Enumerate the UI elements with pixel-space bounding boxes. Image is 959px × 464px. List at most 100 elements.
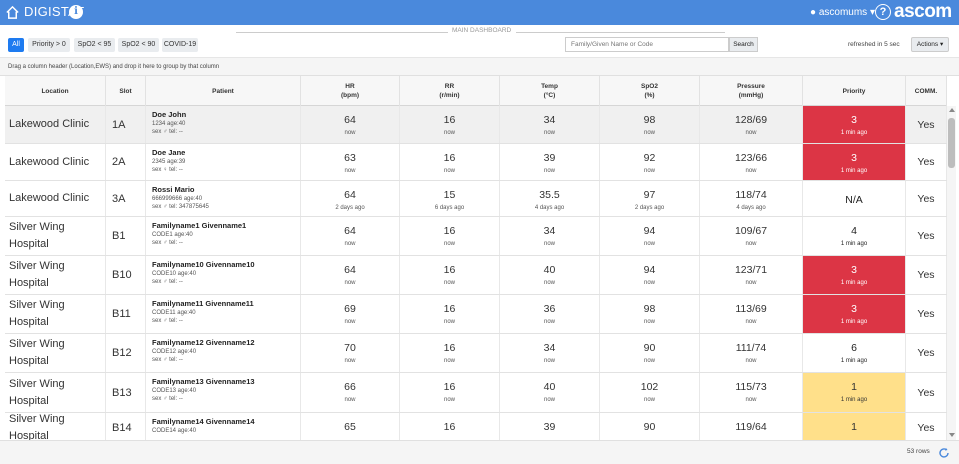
rr-value: 16 — [443, 114, 456, 126]
cell-location: Silver Wing Hospital — [5, 334, 106, 372]
cell-priority: 6 1 min ago — [803, 334, 906, 372]
filter-all[interactable]: All — [8, 38, 24, 52]
cell-comm: Yes — [906, 373, 947, 412]
cell-patient[interactable]: Familyname14 Givenname14 CODE14 age:40 — [146, 413, 301, 440]
filter-spo2-95[interactable]: SpO2 < 95 — [74, 38, 115, 52]
rr-value: 16 — [443, 264, 456, 276]
group-drop-zone[interactable]: Drag a column header (Location,EWS) and … — [0, 57, 959, 76]
divider-left — [236, 32, 448, 33]
temp-value: 35.5 — [539, 189, 560, 201]
table-row[interactable]: Silver Wing Hospital B13 Familyname13 Giv… — [5, 373, 947, 413]
cell-patient[interactable]: Rossi Mario 666999666 age:40 sex ♂ tel: … — [146, 181, 301, 216]
hr-value: 69 — [344, 303, 356, 315]
column-header-patient[interactable]: Patient — [146, 76, 301, 106]
user-name: ascomums — [818, 7, 868, 18]
bp-time: now — [745, 130, 757, 136]
table-row[interactable]: Lakewood Clinic 2A Doe Jane 2345 age:39 s… — [5, 144, 947, 181]
cell-spo2: 97 2 days ago — [600, 181, 700, 216]
table-row[interactable]: Silver Wing Hospital B1 Familyname1 Given… — [5, 217, 947, 256]
temp-time: now — [543, 168, 555, 174]
rr-time: now — [443, 358, 455, 364]
hr-time: now — [344, 280, 356, 286]
patient-info: CODE11 age:40 — [152, 310, 196, 316]
table-row[interactable]: Lakewood Clinic 1A Doe John 1234 age:40 s… — [5, 106, 947, 144]
cell-slot: 1A — [106, 106, 146, 143]
spo2-time: now — [643, 241, 655, 247]
column-header-location[interactable]: Location — [5, 76, 106, 106]
priority-value: 1 — [851, 381, 857, 393]
patient-grid: Location Slot Patient HR (bpm) RR (r/min… — [5, 76, 947, 440]
search-input[interactable]: Family/Given Name or Code — [565, 37, 729, 52]
patient-contact: sex ♂ tel: -- — [152, 318, 183, 324]
hr-value: 66 — [344, 381, 356, 393]
actions-dropdown[interactable]: Actions ▾ — [911, 37, 949, 52]
search-button[interactable]: Search — [729, 37, 758, 52]
bp-value: 115/73 — [735, 381, 767, 393]
cell-priority: 3 1 min ago — [803, 256, 906, 294]
table-row[interactable]: Lakewood Clinic 3A Rossi Mario 666999666 … — [5, 181, 947, 217]
table-row[interactable]: Silver Wing Hospital B10 Familyname10 Giv… — [5, 256, 947, 295]
cell-hr: 64 2 days ago — [301, 181, 400, 216]
cell-spo2: 94 now — [600, 256, 700, 294]
column-header-slot[interactable]: Slot — [106, 76, 146, 106]
patient-name: Familyname12 Givenname12 — [152, 338, 255, 347]
cell-spo2: 102 now — [600, 373, 700, 412]
column-header-spo2[interactable]: SpO2 (%) — [600, 76, 700, 106]
chevron-down-icon: ▾ — [939, 41, 944, 48]
cell-slot: B1 — [106, 217, 146, 255]
cell-patient[interactable]: Doe Jane 2345 age:39 sex ♀ tel: -- — [146, 144, 301, 180]
patient-name: Doe Jane — [152, 148, 186, 157]
cell-location: Lakewood Clinic — [5, 106, 106, 143]
cell-patient[interactable]: Familyname10 Givenname10 CODE10 age:40 s… — [146, 256, 301, 294]
scroll-thumb[interactable] — [948, 118, 955, 168]
cell-slot: B13 — [106, 373, 146, 412]
patient-info: 666999666 age:40 — [152, 196, 203, 202]
column-header-rr[interactable]: RR (r/min) — [400, 76, 500, 106]
hr-time: now — [344, 241, 356, 247]
refresh-icon[interactable] — [938, 447, 950, 459]
cell-patient[interactable]: Familyname13 Givenname13 CODE13 age:40 s… — [146, 373, 301, 412]
spo2-time: now — [643, 168, 655, 174]
home-icon[interactable] — [5, 5, 20, 20]
cell-spo2: 92 now — [600, 144, 700, 180]
temp-value: 34 — [543, 342, 556, 354]
spo2-value: 97 — [643, 189, 656, 201]
help-icon[interactable]: ? — [875, 4, 891, 20]
filter-covid[interactable]: COVID-19 — [162, 38, 198, 52]
cell-comm: Yes — [906, 413, 947, 440]
column-header-temp[interactable]: Temp (°C) — [500, 76, 600, 106]
table-row[interactable]: Silver Wing Hospital B12 Familyname12 Giv… — [5, 334, 947, 373]
cell-bp: 123/71 now — [700, 256, 803, 294]
cell-temp: 39 — [500, 413, 600, 440]
rr-time: now — [443, 130, 455, 136]
user-menu[interactable]: ● ascomums ▾ — [810, 7, 875, 18]
cell-temp: 40 now — [500, 256, 600, 294]
filter-priority[interactable]: Priority > 0 — [28, 38, 70, 52]
cell-temp: 39 now — [500, 144, 600, 180]
cell-patient[interactable]: Familyname1 Givenname1 CODE1 age:40 sex … — [146, 217, 301, 255]
cell-patient[interactable]: Familyname11 Givenname11 CODE11 age:40 s… — [146, 295, 301, 333]
cell-rr: 15 6 days ago — [400, 181, 500, 216]
table-row[interactable]: Silver Wing Hospital B11 Familyname11 Giv… — [5, 295, 947, 334]
table-row[interactable]: Silver Wing Hospital B14 Familyname14 Giv… — [5, 413, 947, 440]
column-header-priority[interactable]: Priority — [803, 76, 906, 106]
cell-patient[interactable]: Doe John 1234 age:40 sex ♂ tel: -- — [146, 106, 301, 143]
column-header-hr[interactable]: HR (bpm) — [301, 76, 400, 106]
scroll-up-icon[interactable] — [949, 108, 955, 112]
column-header-comm[interactable]: COMM. — [906, 76, 947, 106]
cell-temp: 34 now — [500, 217, 600, 255]
cell-patient[interactable]: Familyname12 Givenname12 CODE12 age:40 s… — [146, 334, 301, 372]
scroll-down-icon[interactable] — [949, 433, 955, 437]
vertical-scrollbar[interactable] — [947, 106, 956, 440]
hr-time: now — [344, 358, 356, 364]
hr-value: 64 — [344, 264, 356, 276]
priority-value: 3 — [851, 264, 857, 276]
cell-spo2: 90 now — [600, 334, 700, 372]
hr-time: now — [344, 319, 356, 325]
cell-priority: 1 — [803, 413, 906, 440]
column-header-pressure[interactable]: Pressure (mmHg) — [700, 76, 803, 106]
info-icon[interactable]: i — [69, 5, 83, 19]
patient-info: CODE13 age:40 — [152, 388, 197, 394]
filter-spo2-90[interactable]: SpO2 < 90 — [118, 38, 159, 52]
priority-time: 1 min ago — [840, 168, 868, 174]
